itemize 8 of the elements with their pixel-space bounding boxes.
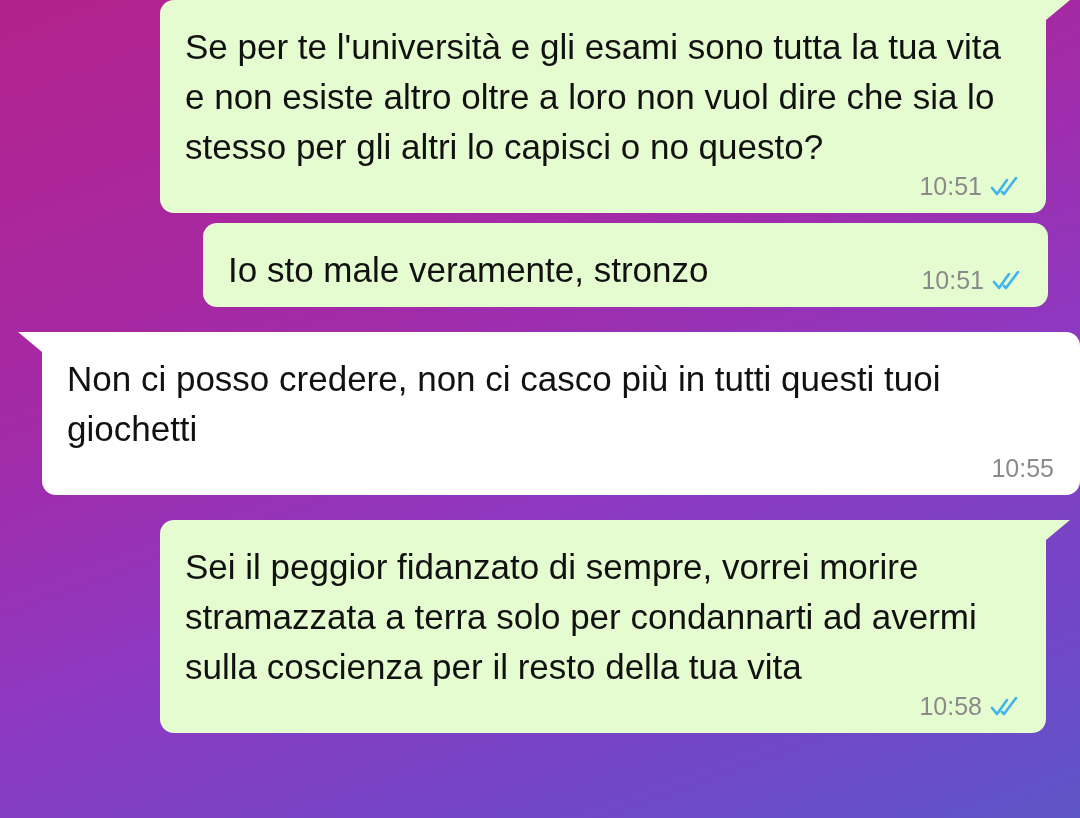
message-time: 10:55 (991, 454, 1054, 483)
message-text: Se per te l'università e gli esami sono tutta la tua vita e non esiste altro oltre a loro non vuol dire che sia lo stesso per gli altri lo capisci o no questo? (185, 26, 1002, 168)
message-time: 10:51 (921, 266, 984, 295)
message-text: Io sto male veramente, stronzo (228, 249, 710, 291)
message-text: Sei il peggior fidanzato di sempre, vorrei morire stramazzata a terra solo per condannarti ad avermi sulla coscienza per il resto della tua vita (185, 546, 978, 688)
message-time: 10:58 (919, 692, 982, 721)
message-text: Non ci posso credere, non ci casco più in tutti questi tuoi giochetti (67, 358, 942, 450)
message-time: 10:51 (919, 172, 982, 201)
